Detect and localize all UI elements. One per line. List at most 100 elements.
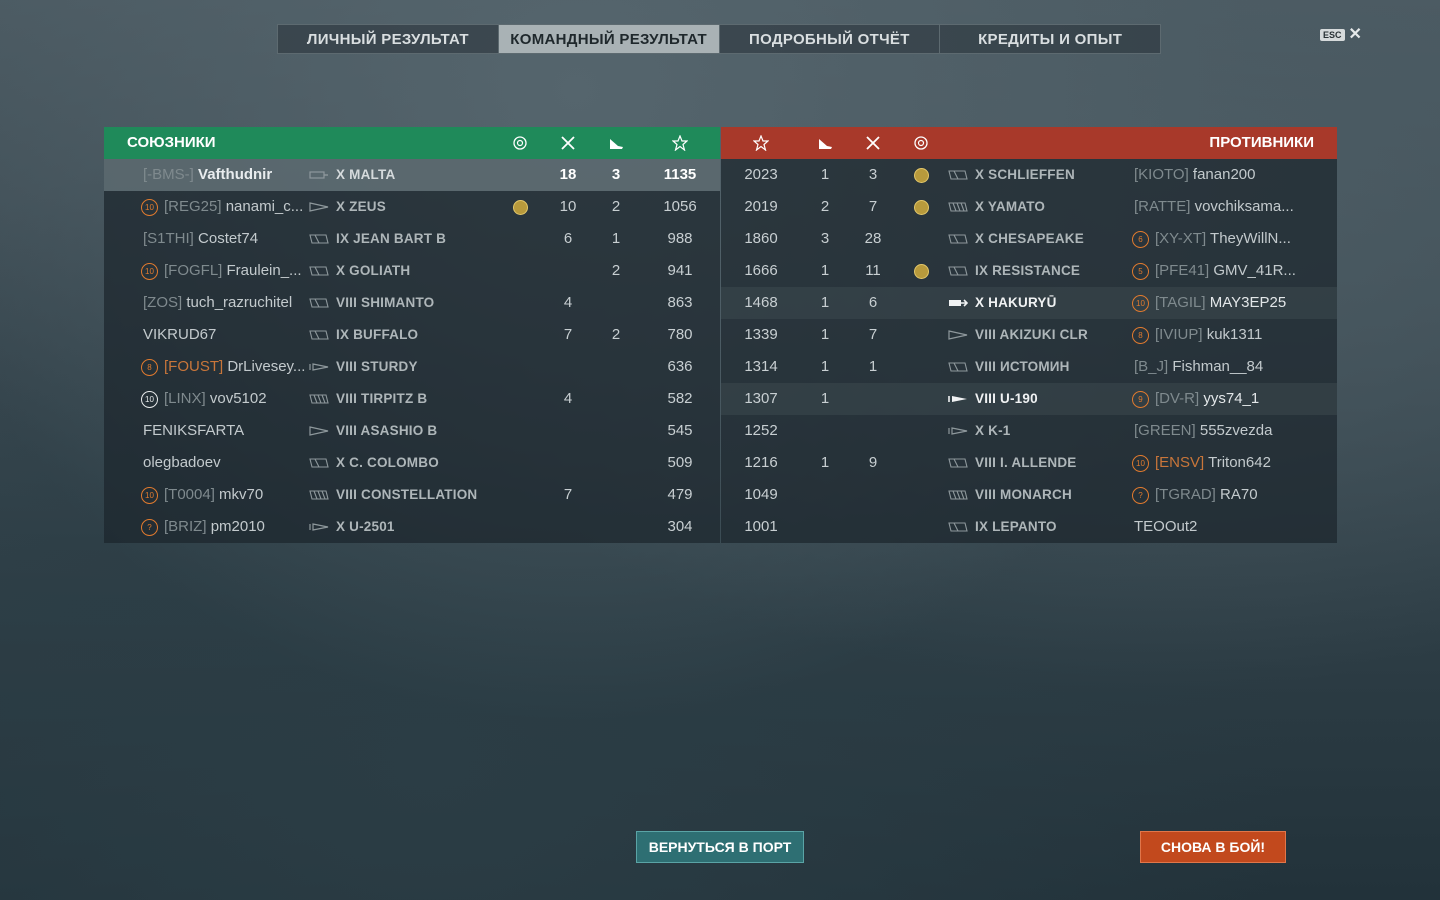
battle-again-button[interactable]: СНОВА В БОЙ! [1140, 831, 1286, 863]
medal-icon [914, 136, 928, 150]
close-icon[interactable]: ✕ [1349, 27, 1362, 43]
ship-cell: X HAKURYŪ [948, 287, 1057, 319]
medal-cell [500, 159, 540, 191]
clan-tag: [KIOTO] [1134, 166, 1189, 183]
tab-credits-exp[interactable]: КРЕДИТЫ И ОПЫТ [940, 25, 1160, 53]
tab-personal-result[interactable]: ЛИЧНЫЙ РЕЗУЛЬТАТ [278, 25, 499, 53]
ship-cell: X MALTA [309, 159, 395, 191]
ship-name: VIII STURDY [336, 359, 418, 374]
tab-team-result[interactable]: КОМАНДНЫЙ РЕЗУЛЬТАТ [498, 25, 720, 53]
tab-bar: ЛИЧНЫЙ РЕЗУЛЬТАТ КОМАНДНЫЙ РЕЗУЛЬТАТ ПОД… [277, 24, 1161, 54]
enemy-row[interactable]: 1339 1 7 VIII AKIZUKI CLR 8 [IVIUP] kuk1311 [721, 319, 1337, 351]
ally-row[interactable]: 10 [REG25] nanami_c... X ZEUS 10 2 1056 [104, 191, 720, 223]
exp-value: 1314 [744, 358, 778, 375]
planes-value: 1 [820, 358, 830, 375]
player-name: RA70 [1220, 486, 1258, 503]
clan-tag: [T0004] [164, 486, 215, 503]
enemy-row[interactable]: 1049 VIII MONARCH? [TGRAD] RA70 [721, 479, 1337, 511]
enemy-row[interactable]: 1252 X K-1 [GREEN] 555zvezda [721, 415, 1337, 447]
player-name: Fishman__84 [1172, 358, 1264, 375]
tab-detailed-report[interactable]: ПОДРОБНЫЙ ОТЧЁТ [720, 25, 941, 53]
ally-row[interactable]: 8 [FOUST] DrLivesey... VIII STURDY 636 [104, 351, 720, 383]
planes-value [596, 479, 636, 511]
clan-tag: [FOUST] [164, 358, 224, 375]
submarine-icon [309, 363, 329, 372]
enemy-row[interactable]: 1001 IX LEPANTO TEOOut2 [721, 511, 1337, 543]
ship-cell: X YAMATO [948, 191, 1045, 223]
ally-row[interactable]: FENIKSFARTA VIII ASASHIO B 545 [104, 415, 720, 447]
medal-cell [500, 191, 540, 223]
ship-name: X GOLIATH [336, 263, 411, 278]
medal-cell [901, 223, 941, 255]
planes-icon [610, 139, 623, 149]
rank-badge-icon: 10 [141, 390, 158, 408]
close-button[interactable]: ESC ✕ [1320, 27, 1362, 43]
star-icon [672, 135, 688, 151]
kills-value: 18 [559, 166, 577, 183]
carrier-white-icon [949, 299, 968, 308]
ship-name: VIII SHIMANTO [336, 295, 435, 310]
ship-cell: VIII TIRPITZ B [309, 383, 427, 415]
medal-cell [500, 479, 540, 511]
rank-badge-icon: 10 [141, 262, 158, 280]
allies-title: СОЮЗНИКИ [127, 134, 216, 151]
ally-row[interactable]: [ZOS] tuch_razruchitel VIII SHIMANTO 4 863 [104, 287, 720, 319]
enemy-row[interactable]: 1216 1 9 VIII I. ALLENDE 10 [ENSV] Triton642 [721, 447, 1337, 479]
submarine-icon [948, 427, 968, 436]
medal-icon [512, 199, 528, 215]
enemy-row[interactable]: 2019 2 7 X YAMATO [RATTE] vovchiksama... [721, 191, 1337, 223]
ship-cell: X C. COLOMBO [309, 447, 439, 479]
ally-row[interactable]: ? [BRIZ] pm2010 X U-2501 304 [104, 511, 720, 543]
player-name: olegbadoev [143, 454, 221, 471]
player-cell: [GREEN] 555zvezda [1134, 415, 1272, 447]
player-name: MAY3EP25 [1209, 294, 1287, 311]
ally-row[interactable]: olegbadoev X C. COLOMBO 509 [104, 447, 720, 479]
player-name: vovchiksama... [1194, 198, 1294, 215]
medal-cell [500, 447, 540, 479]
enemy-row[interactable]: 1314 1 1 VIII ИСТОМИН [B_J] Fishman__84 [721, 351, 1337, 383]
ally-row[interactable]: [-BMS-] Vafthudnir X MALTA 18 3 1135 [104, 159, 720, 191]
planes-value [596, 511, 636, 543]
player-name: Triton642 [1208, 454, 1271, 471]
ally-row[interactable]: 10 [T0004] mkv70 VIII CONSTELLATION 7 479 [104, 479, 720, 511]
ship-cell: VIII SHIMANTO [309, 287, 434, 319]
medal-cell [901, 415, 941, 447]
medal-icon [913, 167, 929, 183]
medal-icon [913, 199, 929, 215]
ship-name: IX LEPANTO [975, 519, 1057, 534]
kills-value: 9 [868, 454, 878, 471]
cruiser-icon [948, 266, 968, 276]
rank-badge-icon: 8 [1132, 326, 1149, 344]
return-to-port-button[interactable]: ВЕРНУТЬСЯ В ПОРТ [636, 831, 804, 863]
enemy-row[interactable]: 1307 1 VIII U-190 9 [DV-R] yys74_1 [721, 383, 1337, 415]
clan-tag: [B_J] [1134, 358, 1169, 375]
kills-value: 7 [868, 198, 878, 215]
ship-cell: X GOLIATH [309, 255, 410, 287]
planes-value [596, 287, 636, 319]
ship-cell: IX BUFFALO [309, 319, 418, 351]
enemy-row[interactable]: 2023 1 3 X SCHLIEFFEN [KIOTO] fanan200 [721, 159, 1337, 191]
player-name: DrLivesey... [227, 358, 306, 375]
ship-name: VIII AKIZUKI CLR [975, 327, 1088, 342]
ship-name: X CHESAPEAKE [975, 231, 1084, 246]
player-cell: [RATTE] vovchiksama... [1134, 191, 1294, 223]
kills-value [853, 415, 893, 447]
kills-icon [866, 136, 880, 150]
enemy-row[interactable]: 1860 3 28 X CHESAPEAKE 6 [XY-XT] TheyWillN... [721, 223, 1337, 255]
ally-row[interactable]: 10 [LINX] vov5102 VIII TIRPITZ B 4 582 [104, 383, 720, 415]
player-name: 555zvezda [1199, 422, 1273, 439]
ally-row[interactable]: 10 [FOGFL] Fraulein_... X GOLIATH 2 941 [104, 255, 720, 287]
enemy-row[interactable]: 1468 1 6 X HAKURYŪ 10 [TAGIL] MAY3EP25 [721, 287, 1337, 319]
planes-value [596, 351, 636, 383]
ally-row[interactable]: [S1THI] Costet74 IX JEAN BART B 6 1 988 [104, 223, 720, 255]
ally-row[interactable]: VIKRUD67 IX BUFFALO 7 2 780 [104, 319, 720, 351]
planes-value: 2 [611, 262, 621, 279]
player-cell: 10 [LINX] vov5102 [141, 383, 267, 415]
medal-cell [500, 415, 540, 447]
allies-header: СОЮЗНИКИ [104, 127, 720, 159]
player-name: kuk1311 [1206, 326, 1263, 343]
exp-value: 582 [667, 390, 693, 407]
player-name: VIKRUD67 [143, 326, 217, 343]
enemy-row[interactable]: 1666 1 11 IX RESISTANCE 5 [PFE41] GMV_41R... [721, 255, 1337, 287]
ship-name: IX RESISTANCE [975, 263, 1081, 278]
